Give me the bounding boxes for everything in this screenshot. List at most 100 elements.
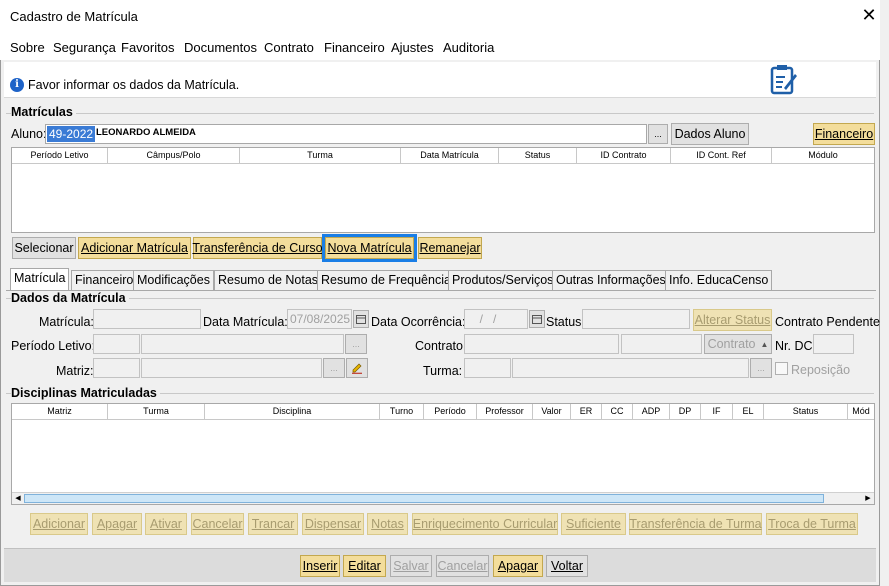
- matriz-edit-pencil-icon[interactable]: [346, 358, 368, 378]
- scroll-right-icon[interactable]: ▶: [862, 493, 874, 504]
- menu-sobre[interactable]: Sobre: [10, 40, 45, 55]
- tab-modificacoes[interactable]: Modificações: [133, 270, 214, 290]
- tab-matricula[interactable]: Matrícula: [10, 268, 70, 291]
- col-dp[interactable]: DP: [670, 404, 701, 420]
- contrato-extra-field[interactable]: [621, 334, 702, 354]
- financeiro-button[interactable]: Financeiro: [813, 123, 875, 145]
- editar-button[interactable]: Editar: [343, 555, 386, 577]
- data-matricula-field[interactable]: 07/08/2025: [287, 309, 352, 329]
- nova-matricula-button[interactable]: Nova Matrícula: [322, 234, 417, 262]
- col-campus-polo[interactable]: Câmpus/Polo: [108, 148, 240, 164]
- transferencia-curso-button[interactable]: Transferência de Curso: [192, 237, 323, 259]
- apagar-disciplina-button[interactable]: Apagar: [92, 513, 142, 535]
- matriz-code-field[interactable]: [93, 358, 140, 378]
- col-adp[interactable]: ADP: [633, 404, 670, 420]
- col-modulo[interactable]: Módulo: [772, 148, 874, 164]
- reposicao-checkbox[interactable]: [775, 362, 788, 375]
- col-disciplina[interactable]: Disciplina: [205, 404, 380, 420]
- col-id-contrato[interactable]: ID Contrato: [577, 148, 671, 164]
- cancelar-button[interactable]: Cancelar: [436, 555, 489, 577]
- contrato-field[interactable]: [464, 334, 619, 354]
- col-turno[interactable]: Turno: [380, 404, 424, 420]
- menu-auditoria[interactable]: Auditoria: [443, 40, 494, 55]
- tab-produtos-servicos[interactable]: Produtos/Serviços: [448, 270, 558, 290]
- turma-browse-button[interactable]: ...: [750, 358, 772, 378]
- col-matriz[interactable]: Matriz: [12, 404, 108, 420]
- col-modulo[interactable]: Mód: [848, 404, 874, 420]
- periodo-letivo-code-field[interactable]: [93, 334, 140, 354]
- periodo-letivo-name-field[interactable]: [141, 334, 344, 354]
- tab-resumo-frequencia[interactable]: Resumo de Frequência: [317, 270, 455, 290]
- menu-seguranca[interactable]: Segurança: [53, 40, 116, 55]
- apagar-button[interactable]: Apagar: [493, 555, 543, 577]
- transferencia-turma-button[interactable]: Transferência de Turma: [629, 513, 762, 535]
- matriculas-group-title: Matrículas: [11, 105, 76, 119]
- menu-financeiro[interactable]: Financeiro: [324, 40, 385, 55]
- close-icon[interactable]: ✕: [858, 5, 880, 26]
- tab-financeiro[interactable]: Financeiro: [71, 270, 138, 290]
- suficiente-label: Suficiente: [566, 517, 621, 531]
- data-matricula-calendar-icon[interactable]: [353, 310, 369, 328]
- data-matricula-label: Data Matrícula:: [203, 315, 288, 329]
- adicionar-button[interactable]: Adicionar: [30, 513, 88, 535]
- aluno-field[interactable]: 49-2022 LEONARDO ALMEIDA: [45, 124, 647, 144]
- dispensar-button[interactable]: Dispensar: [302, 513, 364, 535]
- matricula-field[interactable]: [93, 309, 201, 329]
- notas-button[interactable]: Notas: [367, 513, 408, 535]
- menu-contrato[interactable]: Contrato: [264, 40, 314, 55]
- voltar-button[interactable]: Voltar: [546, 555, 588, 577]
- dados-aluno-button[interactable]: Dados Aluno: [671, 123, 749, 145]
- contrato-pendente-label: Contrato Pendente: [775, 315, 880, 329]
- enriquecimento-curricular-button[interactable]: Enriquecimento Curricular: [412, 513, 558, 535]
- cancelar-disciplina-button[interactable]: Cancelar: [191, 513, 244, 535]
- col-er[interactable]: ER: [571, 404, 602, 420]
- col-valor[interactable]: Valor: [533, 404, 571, 420]
- scroll-left-icon[interactable]: ◀: [12, 493, 24, 504]
- matriz-browse-button[interactable]: ...: [323, 358, 345, 378]
- matriculas-grid[interactable]: Período Letivo Câmpus/Polo Turma Data Ma…: [11, 147, 875, 233]
- salvar-button[interactable]: Salvar: [390, 555, 432, 577]
- trancar-button[interactable]: Trancar: [248, 513, 298, 535]
- suficiente-button[interactable]: Suficiente: [561, 513, 626, 535]
- col-status[interactable]: Status: [764, 404, 848, 420]
- col-id-cont-ref[interactable]: ID Cont. Ref: [671, 148, 772, 164]
- adicionar-matricula-button[interactable]: Adicionar Matrícula: [78, 237, 191, 259]
- inserir-button[interactable]: Inserir: [300, 555, 340, 577]
- disciplinas-grid[interactable]: Matriz Turma Disciplina Turno Período Pr…: [11, 403, 875, 505]
- col-el[interactable]: EL: [733, 404, 764, 420]
- nr-dc-field[interactable]: [813, 334, 854, 354]
- menu-documentos[interactable]: Documentos: [184, 40, 257, 55]
- col-periodo-letivo[interactable]: Período Letivo: [12, 148, 108, 164]
- col-turma[interactable]: Turma: [108, 404, 205, 420]
- scrollbar-thumb[interactable]: [24, 494, 824, 503]
- turma-name-field[interactable]: [512, 358, 749, 378]
- aluno-browse-button[interactable]: ...: [648, 124, 668, 144]
- matriz-name-field[interactable]: [141, 358, 322, 378]
- contrato-dropdown-button[interactable]: Contrato ▲: [704, 334, 772, 354]
- tab-resumo-notas[interactable]: Resumo de Notas: [214, 270, 323, 290]
- col-data-matricula[interactable]: Data Matrícula: [401, 148, 499, 164]
- troca-turma-button[interactable]: Troca de Turma: [766, 513, 858, 535]
- tab-outras-informacoes[interactable]: Outras Informações: [552, 270, 670, 290]
- tab-info-educacenso[interactable]: Info. EducaCenso: [665, 270, 773, 290]
- data-ocorrencia-field[interactable]: / /: [464, 309, 528, 329]
- data-ocorrencia-calendar-icon[interactable]: [529, 310, 545, 328]
- data-matricula-value: 07/08/2025: [290, 312, 351, 326]
- menu-favoritos[interactable]: Favoritos: [121, 40, 174, 55]
- col-periodo[interactable]: Período: [424, 404, 477, 420]
- remanejar-button[interactable]: Remanejar: [418, 237, 482, 259]
- col-cc[interactable]: CC: [602, 404, 633, 420]
- menu-ajustes[interactable]: Ajustes: [391, 40, 434, 55]
- notas-label: Notas: [371, 517, 404, 531]
- col-professor[interactable]: Professor: [477, 404, 533, 420]
- col-status[interactable]: Status: [499, 148, 577, 164]
- turma-code-field[interactable]: [464, 358, 511, 378]
- status-field[interactable]: [582, 309, 690, 329]
- periodo-letivo-browse-button[interactable]: ...: [345, 334, 367, 354]
- alterar-status-button[interactable]: Alterar Status: [693, 309, 772, 331]
- col-turma[interactable]: Turma: [240, 148, 401, 164]
- col-if[interactable]: IF: [701, 404, 733, 420]
- horizontal-scrollbar[interactable]: ◀ ▶: [12, 492, 874, 504]
- selecionar-button[interactable]: Selecionar: [12, 237, 76, 259]
- ativar-button[interactable]: Ativar: [145, 513, 187, 535]
